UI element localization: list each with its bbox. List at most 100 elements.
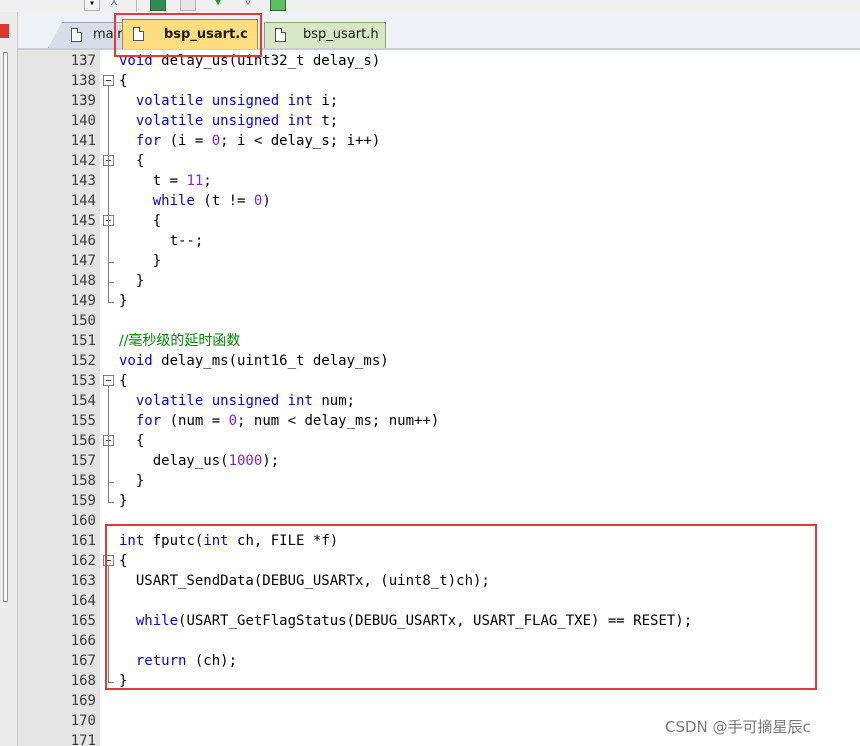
line-number: 149: [70, 293, 96, 309]
line-number: 156: [70, 433, 96, 449]
fold-toggle-icon[interactable]: [103, 375, 114, 386]
line-number: 162: [70, 553, 96, 569]
tab-bsp-usart-c[interactable]: bsp_usart.c: [122, 19, 258, 49]
number-literal: 0: [228, 413, 238, 429]
code-text: (num =: [161, 413, 229, 429]
keyword: volatile: [135, 93, 204, 109]
code-line[interactable]: }: [119, 671, 127, 691]
line-number: 160: [70, 513, 96, 529]
code-line[interactable]: {: [119, 371, 127, 391]
file-icon: [275, 28, 286, 42]
code-line[interactable]: {: [119, 211, 161, 231]
code-line[interactable]: {: [119, 431, 144, 451]
code-text: i;: [312, 93, 339, 109]
code-line[interactable]: volatile unsigned int i;: [119, 91, 338, 111]
code-text: t--;: [119, 233, 204, 249]
code-line[interactable]: while(USART_GetFlagStatus(DEBUG_USARTx, …: [119, 611, 692, 631]
line-number: 163: [70, 573, 96, 589]
code-line[interactable]: delay_us(1000);: [119, 451, 279, 471]
tab-bsp-usart-h[interactable]: bsp_usart.h: [264, 22, 386, 48]
code-text: (ch);: [186, 653, 238, 669]
comment: //毫秒级的延时函数: [119, 333, 241, 349]
file-icon: [71, 28, 82, 42]
keyword: unsigned: [211, 93, 280, 109]
code-line[interactable]: }: [119, 271, 144, 291]
keyword: for: [135, 133, 162, 149]
keyword: int: [287, 93, 313, 109]
keyword: void: [119, 53, 153, 69]
line-number: 171: [70, 733, 96, 746]
number-literal: 1000: [228, 453, 263, 469]
filter-icon[interactable]: ▽: [240, 0, 256, 11]
line-number: 159: [70, 493, 96, 509]
line-number: 138: [70, 73, 96, 89]
watermark: CSDN @手可摘星辰c: [665, 718, 811, 736]
code-line[interactable]: volatile unsigned int t;: [119, 111, 338, 131]
project-pane: [0, 12, 18, 746]
pane-marker-icon: [0, 24, 9, 38]
line-number: 139: [70, 93, 96, 109]
number-literal: 0: [211, 133, 221, 149]
line-number: 170: [70, 713, 96, 729]
download-icon[interactable]: ▼: [210, 0, 226, 11]
fold-end-mark: [108, 502, 114, 503]
code-line[interactable]: {: [119, 151, 144, 171]
line-number: 165: [70, 613, 96, 629]
keyword: int: [287, 393, 313, 409]
fold-end-mark: [108, 302, 114, 303]
code-line[interactable]: t--;: [119, 231, 204, 251]
code-line[interactable]: {: [119, 71, 127, 91]
code-line[interactable]: for (num = 0; num < delay_ms; num++): [119, 411, 439, 431]
code-text: ch, FILE *f): [228, 533, 339, 549]
tab-label: bsp_usart.h: [303, 27, 379, 42]
keyword: unsigned: [211, 393, 280, 409]
code-line[interactable]: volatile unsigned int num;: [119, 391, 355, 411]
branch-icon[interactable]: ⅄: [106, 0, 122, 11]
code-editor[interactable]: 137 void delay_us(uint32_t delay_s) 138 {13…: [18, 50, 860, 746]
window-icon[interactable]: [150, 0, 166, 11]
fold-toggle-icon[interactable]: [103, 555, 114, 566]
code-text: {: [119, 153, 145, 169]
toolbar-separator: [136, 0, 137, 12]
tab-label: bsp_usart.c: [164, 27, 248, 42]
line-number: 161: [70, 533, 96, 549]
code-text: {: [119, 213, 162, 229]
code-line[interactable]: void delay_us(uint32_t delay_s): [119, 51, 380, 71]
code-line[interactable]: int fputc(int ch, FILE *f): [119, 531, 338, 551]
code-line[interactable]: {: [119, 551, 127, 571]
line-number: 152: [70, 353, 96, 369]
code-line[interactable]: for (i = 0; i < delay_s; i++): [119, 131, 380, 151]
line-number: 169: [70, 693, 96, 709]
window-restore-icon[interactable]: [180, 0, 196, 11]
code-line[interactable]: //毫秒级的延时函数: [119, 331, 240, 351]
code-line[interactable]: void delay_ms(uint16_t delay_ms): [119, 351, 389, 371]
line-number: 157: [70, 453, 96, 469]
code-line[interactable]: return (ch);: [119, 651, 237, 671]
picture-icon[interactable]: [270, 0, 286, 11]
keyword: while: [152, 193, 195, 209]
code-text: ): [262, 193, 271, 209]
keyword: return: [135, 653, 187, 669]
pane-scrollbar[interactable]: [3, 52, 8, 602]
code-text: );: [262, 453, 280, 469]
code-line[interactable]: }: [119, 291, 127, 311]
code-line[interactable]: }: [119, 251, 161, 271]
dropdown-icon[interactable]: ▾: [84, 0, 100, 11]
line-number: 140: [70, 113, 96, 129]
code-text: ; num < delay_ms; num++): [237, 413, 440, 429]
code-line[interactable]: USART_SendData(DEBUG_USARTx, (uint8_t)ch…: [119, 571, 490, 591]
code-line[interactable]: }: [119, 491, 127, 511]
file-icon: [133, 27, 144, 41]
code-line[interactable]: }: [119, 471, 144, 491]
code-line[interactable]: while (t != 0): [119, 191, 271, 211]
code-line[interactable]: t = 11;: [119, 171, 212, 191]
code-text: }: [119, 673, 128, 689]
fold-toggle-icon[interactable]: [103, 75, 114, 86]
code-text: t =: [119, 173, 187, 189]
code-text: USART_SendData(DEBUG_USARTx, (uint8_t)ch…: [119, 573, 490, 589]
keyword: int: [119, 533, 145, 549]
line-number: 158: [70, 473, 96, 489]
